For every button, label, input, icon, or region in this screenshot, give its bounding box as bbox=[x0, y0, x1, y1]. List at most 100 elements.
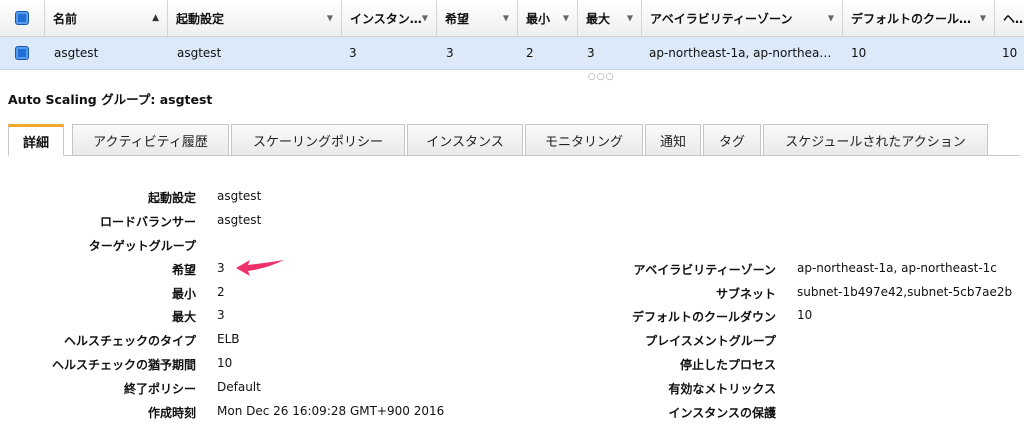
tab-scheduled-actions[interactable]: スケジュールされたアクション bbox=[763, 124, 988, 156]
column-header-label: ヘル bbox=[1003, 11, 1024, 26]
cell-launch-config: asgtest bbox=[167, 37, 341, 69]
detail-value-max: 3 bbox=[217, 308, 225, 322]
cell-availability-zones: ap-northeast-1a, ap-northea… bbox=[641, 37, 842, 69]
cell-health: 10 bbox=[994, 37, 1024, 69]
tab-activity-history[interactable]: アクティビティ履歴 bbox=[72, 124, 229, 156]
detail-tabs: 詳細 アクティビティ履歴 スケーリングポリシー インスタンス モニタリング 通知… bbox=[8, 124, 1020, 156]
sort-desc-icon[interactable]: ▼ bbox=[327, 14, 333, 23]
detail-label-instance-protection: インスタンスの保護 bbox=[668, 406, 776, 420]
tab-label: モニタリング bbox=[544, 134, 623, 150]
pane-resize-handle[interactable]: ○○○ bbox=[588, 72, 615, 82]
cell-min: 2 bbox=[517, 37, 577, 69]
column-header-default-cooldown[interactable]: デフォルトのクールダ… ▼ bbox=[842, 0, 994, 36]
cell-text: 3 bbox=[446, 46, 454, 60]
detail-label-max: 最大 bbox=[171, 310, 196, 324]
detail-label-health-check-type: ヘルスチェックのタイプ bbox=[63, 334, 196, 348]
tab-label: 詳細 bbox=[22, 135, 49, 151]
column-header-name[interactable]: 名前 ▲ bbox=[44, 0, 167, 36]
detail-label-target-groups: ターゲットグループ bbox=[88, 239, 196, 253]
detail-label-desired: 希望 bbox=[171, 263, 196, 277]
detail-label-suspended-processes: 停止したプロセス bbox=[679, 358, 776, 372]
detail-value-desired: 3 bbox=[217, 261, 225, 275]
column-header-instances[interactable]: インスタン… ▼ bbox=[341, 0, 436, 36]
tab-tags[interactable]: タグ bbox=[703, 124, 761, 156]
column-header-availability-zones[interactable]: アベイラビリティーゾーン ▼ bbox=[641, 0, 842, 36]
auto-scaling-groups-table: 名前 ▲ 起動設定 ▼ インスタン… ▼ 希望 ▼ 最小 ▼ 最大 ▼ アベイラ… bbox=[0, 0, 1024, 70]
cell-text: asgtest bbox=[177, 46, 222, 60]
cell-text: asgtest bbox=[54, 46, 99, 60]
column-header-label: 希望 bbox=[445, 11, 470, 26]
sort-desc-icon[interactable]: ▼ bbox=[563, 14, 569, 23]
tab-label: スケーリングポリシー bbox=[252, 134, 383, 150]
cell-text: 10 bbox=[1002, 46, 1018, 60]
cell-default-cooldown: 10 bbox=[842, 37, 994, 69]
column-header-label: 名前 bbox=[53, 11, 78, 26]
tab-monitoring[interactable]: モニタリング bbox=[525, 124, 643, 156]
column-header-health[interactable]: ヘル bbox=[994, 0, 1024, 36]
column-header-launch-config[interactable]: 起動設定 ▼ bbox=[167, 0, 341, 36]
cell-max: 3 bbox=[577, 37, 641, 69]
detail-value-termination-policies: Default bbox=[217, 380, 261, 394]
sort-desc-icon[interactable]: ▼ bbox=[828, 14, 834, 23]
tab-scaling-policies[interactable]: スケーリングポリシー bbox=[231, 124, 405, 156]
detail-label-placement-group: プレイスメントグループ bbox=[645, 334, 776, 348]
detail-value-subnets: subnet-1b497e42,subnet-5cb7ae2b bbox=[797, 285, 1013, 299]
table-header: 名前 ▲ 起動設定 ▼ インスタン… ▼ 希望 ▼ 最小 ▼ 最大 ▼ アベイラ… bbox=[0, 0, 1024, 37]
detail-label-termination-policies: 終了ポリシー bbox=[123, 382, 196, 396]
detail-value-launch-config: asgtest bbox=[217, 189, 262, 203]
sort-desc-icon[interactable]: ▼ bbox=[503, 14, 509, 23]
tab-label: タグ bbox=[718, 134, 745, 150]
cell-text: 3 bbox=[349, 46, 357, 60]
column-header-min[interactable]: 最小 ▼ bbox=[517, 0, 577, 36]
tab-instances[interactable]: インスタンス bbox=[407, 124, 523, 156]
detail-value-min: 2 bbox=[217, 285, 225, 299]
cell-desired: 3 bbox=[436, 37, 517, 69]
detail-label-min: 最小 bbox=[171, 287, 196, 301]
arrow-left-icon bbox=[236, 260, 284, 276]
tab-label: 通知 bbox=[659, 134, 686, 150]
row-select-cell[interactable] bbox=[0, 37, 44, 69]
detail-value-default-cooldown: 10 bbox=[797, 308, 813, 322]
column-header-label: 起動設定 bbox=[176, 11, 225, 26]
sort-desc-icon[interactable]: ▼ bbox=[422, 14, 428, 23]
tab-label: インスタンス bbox=[426, 134, 504, 150]
detail-label-health-check-grace: ヘルスチェックの猶予期間 bbox=[51, 358, 196, 372]
detail-label-launch-config: 起動設定 bbox=[147, 191, 196, 205]
column-header-label: インスタン… bbox=[350, 11, 422, 26]
cell-name: asgtest bbox=[44, 37, 167, 69]
tab-label: スケジュールされたアクション bbox=[785, 134, 966, 150]
sort-desc-icon[interactable]: ▼ bbox=[627, 14, 633, 23]
tab-label: アクティビティ履歴 bbox=[93, 134, 208, 150]
detail-value-created-time: Mon Dec 26 16:09:28 GMT+900 2016 bbox=[217, 404, 445, 418]
cell-text: 10 bbox=[851, 46, 867, 60]
cell-text: 3 bbox=[587, 46, 595, 60]
detail-value-load-balancer: asgtest bbox=[217, 213, 262, 227]
column-header-label: 最大 bbox=[586, 11, 611, 26]
column-header-label: 最小 bbox=[526, 11, 551, 26]
detail-label-availability-zones: アベイラビリティーゾーン bbox=[633, 263, 776, 277]
select-all-column[interactable] bbox=[0, 0, 44, 36]
cell-instances: 3 bbox=[341, 37, 436, 69]
detail-label-subnets: サブネット bbox=[715, 287, 776, 301]
table-row[interactable]: asgtest asgtest 3 3 2 3 ap-northeast-1a,… bbox=[0, 37, 1024, 70]
detail-label-enabled-metrics: 有効なメトリックス bbox=[668, 382, 776, 396]
detail-label-created-time: 作成時刻 bbox=[147, 406, 196, 420]
tab-notifications[interactable]: 通知 bbox=[645, 124, 701, 156]
detail-value-availability-zones: ap-northeast-1a, ap-northeast-1c bbox=[797, 261, 997, 275]
detail-value-health-check-type: ELB bbox=[217, 332, 240, 346]
column-header-label: デフォルトのクールダ… bbox=[851, 11, 981, 26]
row-checkbox[interactable] bbox=[15, 46, 29, 60]
tab-details[interactable]: 詳細 bbox=[8, 124, 64, 156]
select-all-checkbox[interactable] bbox=[15, 11, 29, 25]
cell-text: 2 bbox=[526, 46, 534, 60]
detail-value-health-check-grace: 10 bbox=[217, 356, 233, 370]
detail-label-load-balancer: ロードバランサー bbox=[99, 215, 196, 229]
detail-label-default-cooldown: デフォルトのクールダウン bbox=[631, 310, 776, 324]
sort-desc-icon[interactable]: ▼ bbox=[980, 14, 986, 23]
column-header-label: アベイラビリティーゾーン bbox=[650, 11, 793, 26]
column-header-max[interactable]: 最大 ▼ bbox=[577, 0, 641, 36]
sort-asc-icon[interactable]: ▲ bbox=[152, 13, 159, 23]
column-header-desired[interactable]: 希望 ▼ bbox=[436, 0, 517, 36]
page-title: Auto Scaling グループ: asgtest bbox=[8, 92, 213, 107]
cell-text: ap-northeast-1a, ap-northea… bbox=[649, 46, 832, 60]
